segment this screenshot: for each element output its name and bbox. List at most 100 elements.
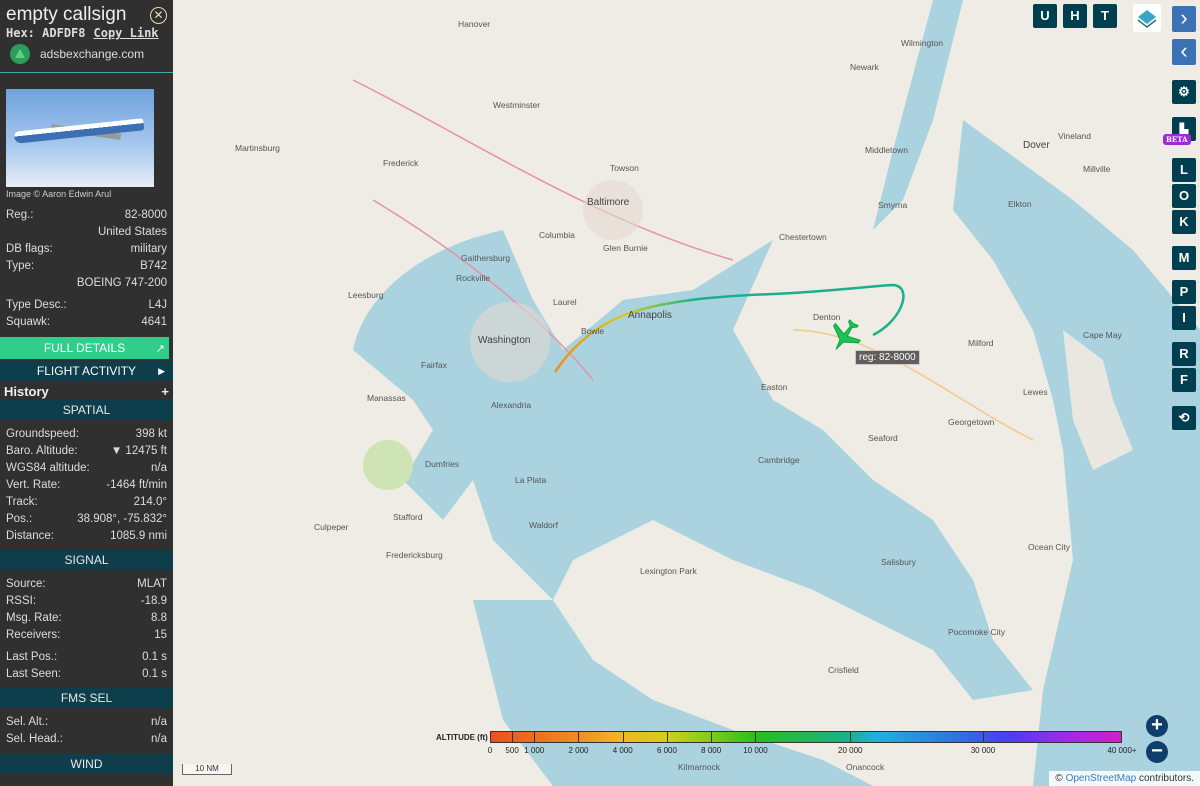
place-label: Stafford	[393, 512, 423, 522]
row-value: 38.908°, -75.832°	[77, 513, 167, 525]
flight-activity-label: FLIGHT ACTIVITY	[36, 364, 137, 378]
zoom-in-button[interactable]: +	[1146, 715, 1168, 737]
map-button-k[interactable]: K	[1172, 210, 1196, 234]
row-label: Receivers:	[6, 629, 61, 641]
aircraft-photo[interactable]	[6, 89, 154, 187]
place-label: Wilmington	[901, 38, 944, 48]
legend-tick	[512, 731, 514, 743]
place-label: Middletown	[865, 145, 908, 155]
close-icon[interactable]: ✕	[150, 6, 167, 24]
place-label: Waldorf	[529, 520, 558, 530]
row-label: RSSI:	[6, 595, 37, 607]
row-value: 8.8	[151, 612, 167, 624]
row-value: -1464 ft/min	[106, 479, 167, 491]
layers-icon	[1137, 10, 1157, 28]
zoom-out-button[interactable]: −	[1146, 741, 1168, 763]
row-label: WGS84 altitude:	[6, 462, 90, 474]
map-button-l[interactable]: L	[1172, 158, 1196, 182]
section-fms: FMS SEL	[0, 688, 173, 708]
scale-bar: 10 NM	[182, 764, 232, 775]
flight-activity-button[interactable]: FLIGHT ACTIVITY ▶	[0, 361, 173, 381]
row-label: Pos.:	[6, 513, 33, 525]
layers-button[interactable]	[1133, 4, 1161, 32]
row-value: n/a	[151, 462, 167, 474]
adsbexchange-logo-icon	[10, 44, 30, 64]
place-label: Dumfries	[425, 459, 460, 469]
row-value: 214.0°	[133, 496, 167, 508]
row-value: n/a	[151, 716, 167, 728]
info-row: Groundspeed: 398 kt	[0, 426, 173, 443]
place-label: Baltimore	[587, 197, 630, 208]
place-label: Hanover	[458, 19, 491, 29]
row-label: Sel. Head.:	[6, 733, 63, 745]
info-row: Track: 214.0°	[0, 494, 173, 511]
place-label: Columbia	[539, 230, 575, 240]
legend-tick-label: 4 000	[612, 746, 633, 755]
info-row: RSSI: -18.9	[0, 593, 173, 610]
map-button-f[interactable]: F	[1172, 368, 1196, 392]
section-spatial: SPATIAL	[0, 400, 173, 420]
info-row: Sel. Head.: n/a	[0, 731, 173, 748]
legend-tick	[850, 731, 852, 743]
row-value: BOEING 747-200	[76, 277, 167, 289]
place-label: Washington	[478, 335, 531, 346]
row-label: Baro. Altitude:	[6, 445, 78, 457]
info-row: Last Pos.: 0.1 s	[0, 649, 173, 666]
map-button-h[interactable]: H	[1063, 4, 1087, 28]
info-row: Squawk: 4641	[0, 314, 173, 331]
row-label: Groundspeed:	[6, 428, 79, 440]
map-button-p[interactable]: P	[1172, 280, 1196, 304]
map-button-i[interactable]: I	[1172, 306, 1196, 330]
place-label: Manassas	[367, 393, 406, 403]
history-toggle[interactable]: History +	[0, 381, 173, 400]
info-row: Last Seen: 0.1 s	[0, 666, 173, 683]
info-row: Reg.: 82-8000	[0, 207, 173, 224]
row-value: MLAT	[137, 578, 167, 590]
legend-tick-label: 10 000	[743, 746, 768, 755]
copy-link[interactable]: Copy Link	[94, 26, 159, 40]
site-link[interactable]: adsbexchange.com	[0, 40, 173, 73]
expand-sidebar-button[interactable]: ›	[1172, 6, 1196, 32]
row-label: Type Desc.:	[6, 299, 67, 311]
replay-button[interactable]: ⟲	[1172, 406, 1196, 430]
row-value: 4641	[141, 316, 167, 328]
osm-link[interactable]: OpenStreetMap	[1066, 773, 1137, 784]
place-label: Lewes	[1023, 387, 1048, 397]
row-value: 0.1 s	[142, 651, 167, 663]
attribution: © OpenStreetMap contributors.	[1049, 771, 1200, 786]
place-label: Frederick	[383, 158, 419, 168]
legend-tick	[711, 731, 713, 743]
place-label: Elkton	[1008, 199, 1032, 209]
aircraft-label[interactable]: reg: 82-8000	[855, 350, 920, 365]
map-button-o[interactable]: O	[1172, 184, 1196, 208]
row-label: Sel. Alt.:	[6, 716, 49, 728]
map[interactable]: Washington Baltimore Annapolis Frederick Lee…	[173, 0, 1200, 786]
place-label: Gaithersburg	[461, 253, 511, 263]
row-value: n/a	[151, 733, 167, 745]
row-label: Distance:	[6, 530, 54, 542]
legend-tick	[622, 731, 624, 743]
place-label: Culpeper	[314, 522, 349, 532]
place-label: Newark	[850, 62, 879, 72]
legend-tick-label: 30 000	[970, 746, 996, 755]
settings-button[interactable]: ⚙	[1172, 80, 1196, 104]
map-button-u[interactable]: U	[1033, 4, 1057, 28]
map-button-t[interactable]: T	[1093, 4, 1117, 28]
map-button-r[interactable]: R	[1172, 342, 1196, 366]
full-details-button[interactable]: FULL DETAILS ↗	[0, 337, 169, 359]
place-label: Crisfield	[828, 665, 859, 675]
row-label: Last Pos.:	[6, 651, 58, 663]
place-label: Vineland	[1058, 131, 1091, 141]
info-row: DB flags: military	[0, 241, 173, 258]
aircraft-icon[interactable]	[827, 318, 863, 354]
play-arrow-icon: ▶	[158, 365, 165, 376]
history-label: History	[4, 384, 49, 399]
info-row: Receivers: 15	[0, 627, 173, 644]
place-label: Fredericksburg	[386, 550, 443, 560]
row-label: Source:	[6, 578, 46, 590]
row-value: B742	[140, 260, 167, 272]
row-label: Reg.:	[6, 209, 34, 221]
plus-icon: +	[161, 384, 169, 399]
collapse-sidebar-button[interactable]: ‹	[1172, 39, 1196, 65]
map-button-m[interactable]: M	[1172, 246, 1196, 270]
